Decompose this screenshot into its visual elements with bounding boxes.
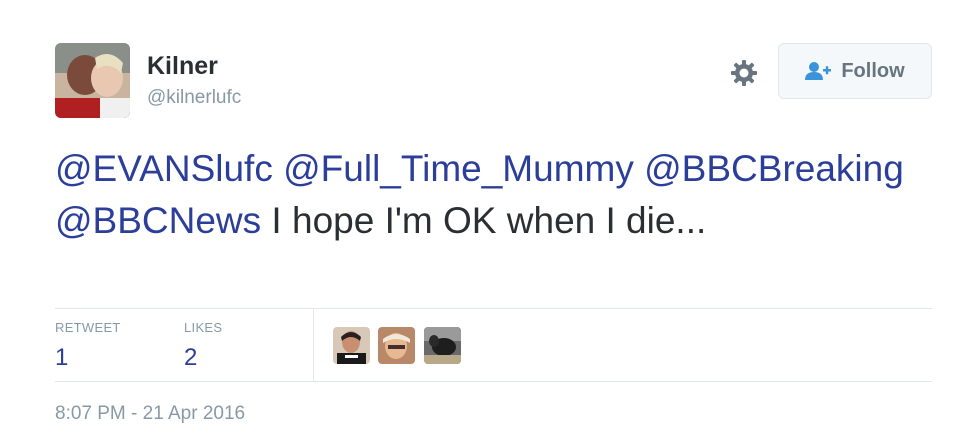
author-name[interactable]: Kilner <box>147 52 218 81</box>
divider <box>55 308 932 309</box>
gear-icon[interactable] <box>728 57 760 89</box>
author-handle[interactable]: @kilnerlufc <box>147 87 241 109</box>
tweet-text: @EVANSlufc @Full_Time_Mummy @BBCBreaking… <box>55 143 915 247</box>
likes-label: LIKES <box>184 320 223 335</box>
liker-avatar[interactable] <box>333 327 370 364</box>
author-avatar[interactable] <box>55 43 130 118</box>
tweet-body: I hope I'm OK when I die... <box>261 200 707 241</box>
retweet-stat[interactable]: RETWEET 1 <box>55 320 121 372</box>
liker-avatar[interactable] <box>378 327 415 364</box>
stats-separator <box>313 309 314 381</box>
follow-button-label: Follow <box>841 59 905 82</box>
liker-avatar[interactable] <box>424 327 461 364</box>
tweet-timestamp[interactable]: 8:07 PM - 21 Apr 2016 <box>55 403 245 425</box>
mention-link[interactable]: @BBCBreaking <box>644 148 904 189</box>
retweet-count: 1 <box>55 344 69 371</box>
mention-link[interactable]: @Full_Time_Mummy <box>283 148 634 189</box>
follow-button[interactable]: Follow <box>778 43 932 99</box>
mention-link[interactable]: @EVANSlufc <box>55 148 273 189</box>
follow-person-icon <box>805 61 832 81</box>
likes-count: 2 <box>184 344 198 371</box>
retweet-label: RETWEET <box>55 320 121 335</box>
mention-link[interactable]: @BBCNews <box>55 200 261 241</box>
author-avatar-image <box>55 43 130 118</box>
likes-stat[interactable]: LIKES 2 <box>184 320 222 372</box>
divider <box>55 381 932 382</box>
